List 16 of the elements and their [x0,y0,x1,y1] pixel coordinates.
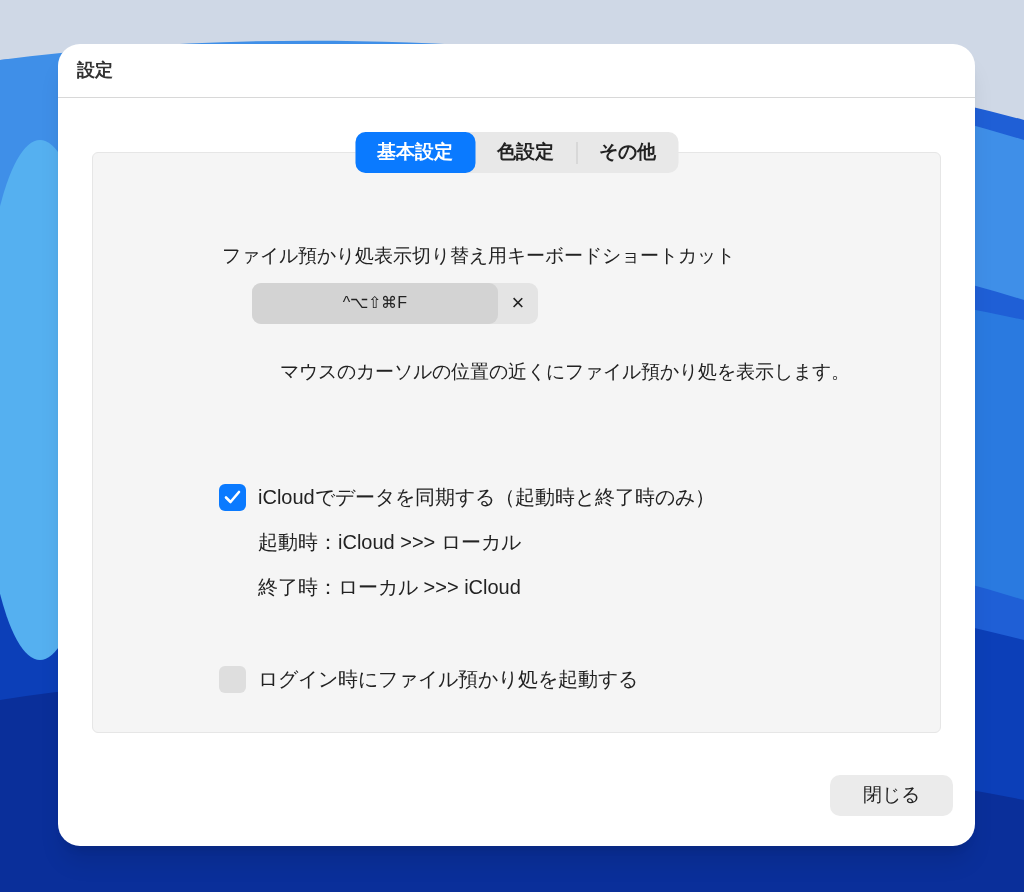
clear-button[interactable]: × [498,292,538,314]
sync-note: 終了時：ローカル >>> iCloud [258,575,522,600]
tab[interactable]: その他 [577,132,678,173]
shortcut-label: ファイル預かり処表示切り替え用キーボードショートカット [222,244,736,268]
sync-note: 起動時：iCloud >>> ローカル [258,530,522,555]
close-button[interactable]: 閉じる [830,775,953,816]
checkbox-label: iCloudでデータを同期する（起動時と終了時のみ） [258,485,715,510]
checkmark-icon [224,490,241,504]
checkbox-label: ログイン時にファイル預かり処を起動する [258,667,638,692]
shortcut-value: ^⌥⇧⌘F [252,282,498,324]
tab[interactable]: 基本設定 [355,132,475,173]
tab[interactable]: 色設定 [475,132,576,173]
checkbox[interactable] [219,483,246,511]
shortcut-field[interactable]: ^⌥⇧⌘F × [252,282,538,324]
shortcut-description: マウスのカーソルの位置の近くにファイル預かり処を表示します。 [280,359,851,384]
window-title: 設定 [77,59,113,82]
